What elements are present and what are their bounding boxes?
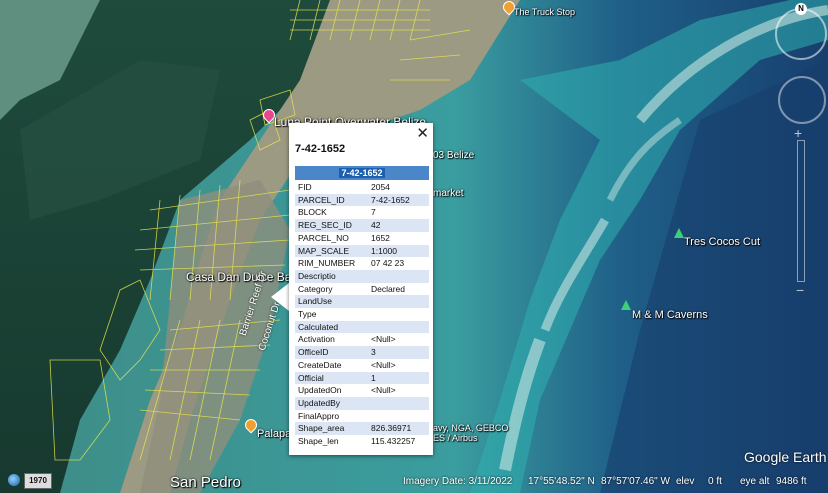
attribute-key: Category (298, 283, 333, 294)
elevation-value: 0 ft (708, 476, 722, 487)
attribute-row: RIM_NUMBER 07 42 23 (295, 257, 429, 270)
attribute-key: REG_SEC_ID (295, 219, 368, 232)
attribute-row: REG_SEC_ID 42 (295, 219, 429, 232)
attribute-row: FinalAppro (295, 410, 429, 423)
zoom-in-button[interactable]: + (794, 125, 802, 141)
attribute-row: Activation <Null> (295, 333, 429, 346)
latitude-readout: 17°55'48.52" N (528, 476, 595, 487)
attribute-value (368, 396, 429, 410)
attribute-row: PARCEL_NO 1652 (295, 232, 429, 245)
zoom-out-button[interactable]: − (796, 282, 804, 298)
attribute-row: BLOCK 7 (295, 206, 429, 219)
place-label[interactable]: M & M Caverns (632, 309, 708, 321)
attribute-key: FinalAppro (298, 410, 340, 421)
imagery-attribution: avy, NGA, GEBCO ES / Airbus (433, 423, 509, 443)
attribute-value: 2054 (371, 182, 390, 192)
attribute-row: Shape_area 826.36971 (295, 422, 429, 436)
attribute-key: OfficeID (295, 346, 368, 359)
look-joystick[interactable] (778, 76, 826, 124)
attribute-key: Descriptio (295, 269, 368, 283)
attribute-row: CreateDate <Null> (295, 359, 429, 372)
attribute-value: 1 (368, 371, 429, 385)
attribute-key: Activation (298, 334, 335, 345)
attribute-key: PARCEL_ID (295, 193, 368, 207)
eye-alt-value: 9486 ft (776, 476, 807, 487)
attribute-value (368, 308, 429, 321)
attribute-key: FID (298, 182, 312, 192)
longitude-readout: 87°57'07.46" W (601, 476, 670, 487)
attribute-table: FID 2054 PARCEL_ID 7-42-1652 BLOCK 7 REG_SEC_I… (295, 181, 429, 448)
attribute-value: 3 (368, 346, 429, 359)
attribute-row: UpdatedOn <Null> (295, 384, 429, 397)
attribute-key: PARCEL_NO (298, 232, 349, 243)
attribute-row: MAP_SCALE 1:1000 (295, 244, 429, 258)
attribute-key: Calculated (295, 320, 368, 334)
compass-icon[interactable] (775, 8, 827, 60)
attribute-row: Type (295, 308, 429, 321)
attribute-key: RIM_NUMBER (298, 258, 356, 269)
attribute-key: MAP_SCALE (295, 244, 368, 258)
zoom-slider[interactable] (797, 140, 805, 282)
attribute-value (368, 320, 429, 334)
place-label[interactable]: 03 Belize (433, 150, 474, 161)
attribute-value: <Null> (371, 385, 396, 396)
place-label[interactable]: Casa Dan Dulce Bake (186, 270, 304, 284)
place-label[interactable]: The Truck Stop (514, 7, 575, 17)
attribute-row: Official 1 (295, 371, 429, 385)
imagery-date: Imagery Date: 3/11/2022 (403, 476, 513, 487)
attribute-key: CreateDate (298, 359, 342, 370)
attribute-key: Type (298, 309, 317, 320)
eye-alt-label: eye alt (740, 476, 770, 487)
map-viewport[interactable]: Luna Point Overwater Belize Casa Dan Dul… (0, 0, 828, 493)
attribute-row: PARCEL_ID 7-42-1652 (295, 193, 429, 207)
attribute-value: <Null> (371, 334, 396, 345)
popup-header-text: 7-42-1652 (339, 168, 385, 178)
compass-north[interactable]: N (795, 3, 807, 15)
attribute-row: Calculated (295, 320, 429, 334)
attribute-row: LandUse (295, 295, 429, 309)
attribute-value: 7 (371, 207, 376, 218)
attribute-row: Category Declared (295, 283, 429, 296)
close-icon[interactable]: ✕ (416, 124, 429, 142)
attribute-key: Shape_area (295, 422, 368, 436)
attribute-key: Official (295, 371, 368, 385)
popup-header: 7-42-1652 (295, 166, 429, 180)
place-label[interactable]: Tres Cocos Cut (684, 236, 760, 248)
place-label[interactable]: market (433, 188, 464, 199)
place-label[interactable]: Palapa (257, 428, 291, 440)
attribute-value: 07 42 23 (371, 258, 405, 269)
attribute-row: Descriptio (295, 269, 429, 283)
attribute-value (368, 410, 429, 423)
attribute-value (368, 295, 429, 309)
dive-site-icon[interactable] (674, 228, 684, 238)
attribute-value: 1652 (371, 232, 390, 243)
attribute-value: 7-42-1652 (368, 193, 429, 207)
attribute-row: FID 2054 (295, 181, 429, 194)
attribute-key: LandUse (295, 295, 368, 309)
popup-pointer (271, 283, 289, 311)
attribute-value: 115.432257 (371, 436, 416, 447)
elevation-label: elev (676, 476, 695, 487)
attribute-key: BLOCK (298, 207, 327, 218)
attribute-value: 42 (368, 219, 429, 232)
attribute-value (368, 269, 429, 283)
attribute-key: Shape_len (298, 436, 339, 447)
attribute-row: OfficeID 3 (295, 346, 429, 359)
attribute-key: UpdatedBy (295, 396, 368, 410)
attribute-row: Shape_len 115.432257 (295, 435, 429, 448)
google-earth-logo: Google Earth (744, 449, 827, 465)
attribute-row: UpdatedBy (295, 396, 429, 410)
attribute-value: <Null> (371, 359, 396, 370)
attribute-value: 826.36971 (368, 422, 429, 436)
attribute-value: 1:1000 (368, 244, 429, 258)
status-bar: Imagery Date: 3/11/2022 17°55'48.52" N 8… (0, 471, 828, 493)
popup-title: 7-42-1652 (295, 143, 346, 155)
parcel-info-popup: ✕ 7-42-1652 7-42-1652 FID 2054 PARCEL_ID 7-… (289, 123, 433, 455)
attribute-value: Declared (371, 283, 406, 294)
attribute-key: UpdatedOn (298, 385, 342, 396)
dive-site-icon[interactable] (621, 300, 631, 310)
